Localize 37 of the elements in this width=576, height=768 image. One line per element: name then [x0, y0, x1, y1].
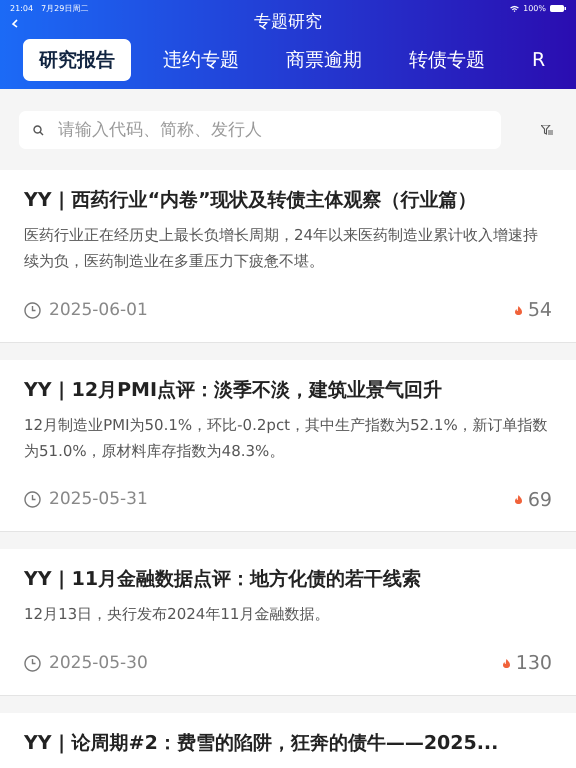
article-summary: 医药行业正在经历史上最长负增长周期，24年以来医药制造业累计收入增速持续为负，医药制造业在多重压力下疲惫不堪。 — [24, 225, 540, 272]
tab[interactable]: R — [516, 39, 562, 81]
tab[interactable]: 商票逾期 — [270, 39, 378, 81]
article-summary: 12月制造业PMI为50.1%，环比-0.2pct，其中生产指数为52.1%，新订单指数为51.0%，原材料库存指数为48.3%。 — [24, 414, 549, 462]
article-summary: 12月13日，央行发布2024年11月金融数据。 — [24, 604, 330, 625]
filter-icon[interactable] — [541, 124, 553, 134]
flame-icon — [514, 495, 522, 504]
clock-icon — [24, 654, 41, 672]
article-date: 2025-05-30 — [49, 652, 148, 674]
article-date: 2025-06-01 — [49, 298, 148, 322]
article-title: YY | 西药行业“内卷”现状及转债主体观察（行业篇） — [24, 188, 478, 213]
article-title: YY | 11月金融数据点评：地方化债的若干线索 — [24, 567, 422, 592]
battery-percent: 100% — [523, 2, 546, 14]
tab[interactable]: 研究报告 — [23, 39, 131, 81]
back-icon[interactable] — [11, 19, 19, 28]
article-card[interactable]: YY | 论周期#2：费雪的陷阱，狂奔的债牛——2025... — [0, 712, 576, 768]
view-count: 130 — [516, 651, 552, 676]
status-date: 7月29日周二 — [41, 2, 88, 14]
article-card[interactable]: YY | 11月金融数据点评：地方化债的若干线索 12月13日，央行发布2024年11月金融数据。 2025-05-30 130 — [0, 549, 576, 696]
tab[interactable]: 违约专题 — [147, 39, 255, 81]
view-count: 69 — [528, 488, 552, 512]
article-card[interactable]: YY | 西药行业“内卷”现状及转债主体观察（行业篇） 医药行业正在经历史上最长负增长周期，24年以来医药制造业累计收入增速持续为负，医药制造业在多重压力下疲惫不堪。 2025-06-01 54 — [0, 170, 576, 342]
article-card[interactable]: YY | 12月PMI点评：淡季不淡，建筑业景气回升 12月制造业PMI为50.1%，环比-0.2pct，其中生产指数为52.1%，新订单指数为51.0%，原材料库存指数为48.3%。 2025-05-31 69 — [0, 360, 576, 532]
clock-icon — [24, 302, 41, 319]
search-field[interactable]: 请输入代码、简称、发行人 — [19, 110, 501, 148]
view-count: 54 — [528, 298, 552, 323]
article-date: 2025-05-31 — [49, 488, 148, 511]
battery-icon — [550, 5, 566, 12]
article-title: YY | 12月PMI点评：淡季不淡，建筑业景气回升 — [24, 378, 444, 402]
tab[interactable]: 转债专题 — [393, 39, 501, 81]
flame-icon — [514, 306, 522, 315]
article-title: YY | 论周期#2：费雪的陷阱，狂奔的债牛——2025... — [24, 730, 500, 756]
clock-icon — [24, 491, 41, 508]
status-time: 21:04 — [10, 2, 34, 14]
wifi-icon — [510, 5, 520, 12]
page-title: 专题研究 — [254, 12, 322, 32]
flame-icon — [502, 658, 510, 668]
